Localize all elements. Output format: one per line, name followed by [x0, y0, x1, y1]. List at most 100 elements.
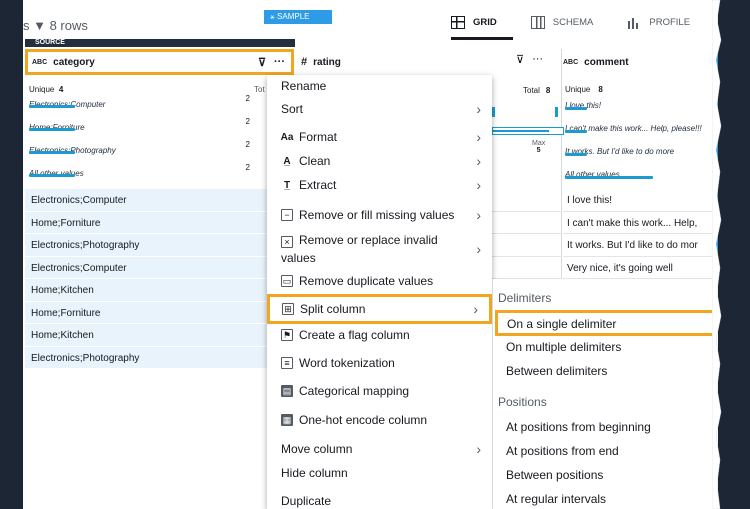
rating-header-tools: ⊽ ··· [516, 53, 543, 66]
schema-icon [530, 16, 545, 29]
category-profile: Unique 4 Electronics;Computer 2 Home;For… [29, 85, 274, 186]
menu-item-extract[interactable]: T̲ Extract › [267, 175, 492, 195]
table-cell[interactable]: Very nice, it's going well [563, 257, 718, 279]
category-cells: Electronics;Computer Home;Forniture Elec… [25, 189, 269, 369]
menu-item-rename[interactable]: Rename [267, 77, 492, 95]
duplicate-values-icon: ▭ [281, 275, 293, 287]
table-cell[interactable] [492, 212, 562, 234]
table-cell[interactable]: I can't make this work... Help, [563, 212, 718, 234]
table-cell[interactable]: Home;Kitchen [25, 279, 269, 302]
rating-cells [492, 189, 562, 279]
table-cell[interactable]: I love this! [563, 189, 718, 212]
profile-icon [627, 16, 642, 29]
frequency-bar [29, 151, 75, 154]
profile-value-row[interactable]: I can't make this work... Help, please!!… [565, 118, 715, 141]
tab-profile[interactable]: PROFILE [627, 16, 690, 29]
source-tab[interactable]: SOURCE [25, 39, 295, 47]
menu-item-sort[interactable]: Sort › [267, 99, 492, 119]
more-options-icon[interactable]: ··· [274, 56, 285, 69]
unique-count: Unique 4 [29, 85, 64, 94]
menu-item-invalid-values[interactable]: × Remove or replace invalid values › [267, 231, 492, 267]
column-options-menu: Rename Sort › Aa Format › A̲ Clean › T̲ … [267, 75, 492, 509]
table-cell[interactable]: Home;Forniture [25, 301, 269, 324]
column-name-category: category [53, 56, 95, 68]
rating-max: Max 5 [532, 140, 546, 154]
column-name-comment: comment [584, 56, 629, 68]
profile-value-row[interactable]: It works. But I'd like to do more [565, 141, 715, 164]
histogram-bar [555, 107, 558, 117]
column-header-comment[interactable]: ABC comment [563, 49, 713, 75]
menu-item-duplicate-values[interactable]: ▭ Remove duplicate values [267, 271, 492, 291]
comment-cells: I love this! I can't make this work... H… [563, 189, 718, 279]
table-cell[interactable]: It works. But I'd like to do mor [563, 234, 718, 257]
column-name-rating: rating [313, 56, 341, 68]
menu-item-format[interactable]: Aa Format › [267, 127, 492, 147]
menu-item-categorical-mapping[interactable]: ▤ Categorical mapping [267, 381, 492, 401]
menu-item-hide-column[interactable]: Hide column [267, 463, 492, 483]
profile-value-row[interactable]: All other values [565, 164, 715, 187]
menu-item-move-column[interactable]: Move column › [267, 439, 492, 459]
table-cell[interactable]: Electronics;Photography [25, 234, 269, 257]
submenu-heading-positions: Positions [498, 395, 547, 409]
menu-item-one-hot-encode[interactable]: ▦ One-hot encode column [267, 410, 492, 430]
missing-values-icon: − [281, 209, 293, 221]
profile-value-row[interactable]: Home;Forniture 2 [29, 117, 274, 140]
table-cell[interactable]: Electronics;Computer [25, 256, 269, 279]
invalid-values-icon: × [281, 236, 293, 248]
chevron-right-icon: › [476, 153, 481, 169]
frequency-bar [29, 128, 75, 131]
submenu-item-between-positions[interactable]: Between positions [506, 468, 603, 482]
menu-item-split-column[interactable]: ⊞ Split column › [267, 294, 492, 324]
chevron-right-icon: › [476, 207, 481, 223]
table-cell[interactable]: Electronics;Computer [25, 189, 269, 212]
menu-item-word-tokenization[interactable]: ≡ Word tokenization [267, 353, 492, 373]
clean-icon: A̲ [283, 155, 291, 167]
tab-grid-label: GRID [473, 17, 497, 28]
column-header-rating[interactable]: # rating [299, 49, 499, 75]
submenu-item-positions-from-beginning[interactable]: At positions from beginning [506, 420, 651, 434]
table-cell[interactable]: Home;Kitchen [25, 324, 269, 347]
number-type-icon: # [301, 56, 308, 68]
active-tab-indicator [451, 37, 513, 40]
chevron-right-icon: › [476, 241, 481, 257]
column-header-category[interactable]: ABC category ⊽ ··· [25, 49, 294, 75]
grid-icon [451, 16, 465, 29]
rating-range-slider[interactable] [492, 127, 564, 135]
chevron-right-icon: › [473, 301, 478, 317]
submenu-item-positions-from-end[interactable]: At positions from end [506, 444, 619, 458]
profile-value-row[interactable]: I love this! [565, 95, 715, 118]
table-cell[interactable]: Home;Forniture [25, 211, 269, 234]
menu-item-missing-values[interactable]: − Remove or fill missing values › [267, 205, 492, 225]
profile-value-row[interactable]: Electronics;Computer 2 [29, 94, 274, 117]
table-cell[interactable]: Electronics;Photography [25, 346, 269, 369]
submenu-item-between-delimiters[interactable]: Between delimiters [506, 364, 607, 378]
menu-item-duplicate[interactable]: Duplicate [267, 491, 492, 509]
chevron-right-icon: › [476, 129, 481, 145]
tab-grid[interactable]: GRID [451, 16, 497, 29]
table-cell[interactable] [492, 234, 562, 257]
table-cell[interactable] [492, 257, 562, 279]
frequency-bar [29, 105, 75, 108]
profile-value-row[interactable]: Electronics;Photography 2 [29, 140, 274, 163]
tab-profile-label: PROFILE [649, 17, 691, 28]
row-count[interactable]: s ▼ 8 rows [23, 18, 88, 33]
submenu-item-single-delimiter[interactable]: On a single delimiter [495, 310, 717, 336]
string-type-icon: ABC [32, 58, 48, 66]
frequency-bar [565, 153, 587, 156]
filter-icon[interactable]: ⊽ [258, 56, 266, 69]
sample-tab[interactable]: ⚹ SAMPLE [264, 10, 332, 24]
table-cell[interactable] [492, 189, 562, 212]
menu-item-flag-column[interactable]: ⚑ Create a flag column [267, 325, 492, 345]
more-options-icon[interactable]: ··· [532, 53, 543, 66]
profile-value-row[interactable]: All other values 2 [29, 163, 274, 186]
submenu-item-multiple-delimiters[interactable]: On multiple delimiters [506, 340, 621, 354]
submenu-heading-delimiters: Delimiters [498, 291, 552, 305]
submenu-item-regular-intervals[interactable]: At regular intervals [506, 492, 606, 506]
filter-icon[interactable]: ⊽ [516, 53, 524, 66]
rating-total: Total 8 [523, 86, 551, 95]
frequency-bar [565, 130, 587, 133]
menu-item-clean[interactable]: A̲ Clean › [267, 151, 492, 171]
categorical-mapping-icon: ▤ [281, 385, 293, 397]
tab-schema[interactable]: SCHEMA [530, 16, 593, 29]
frequency-bar [565, 176, 653, 179]
